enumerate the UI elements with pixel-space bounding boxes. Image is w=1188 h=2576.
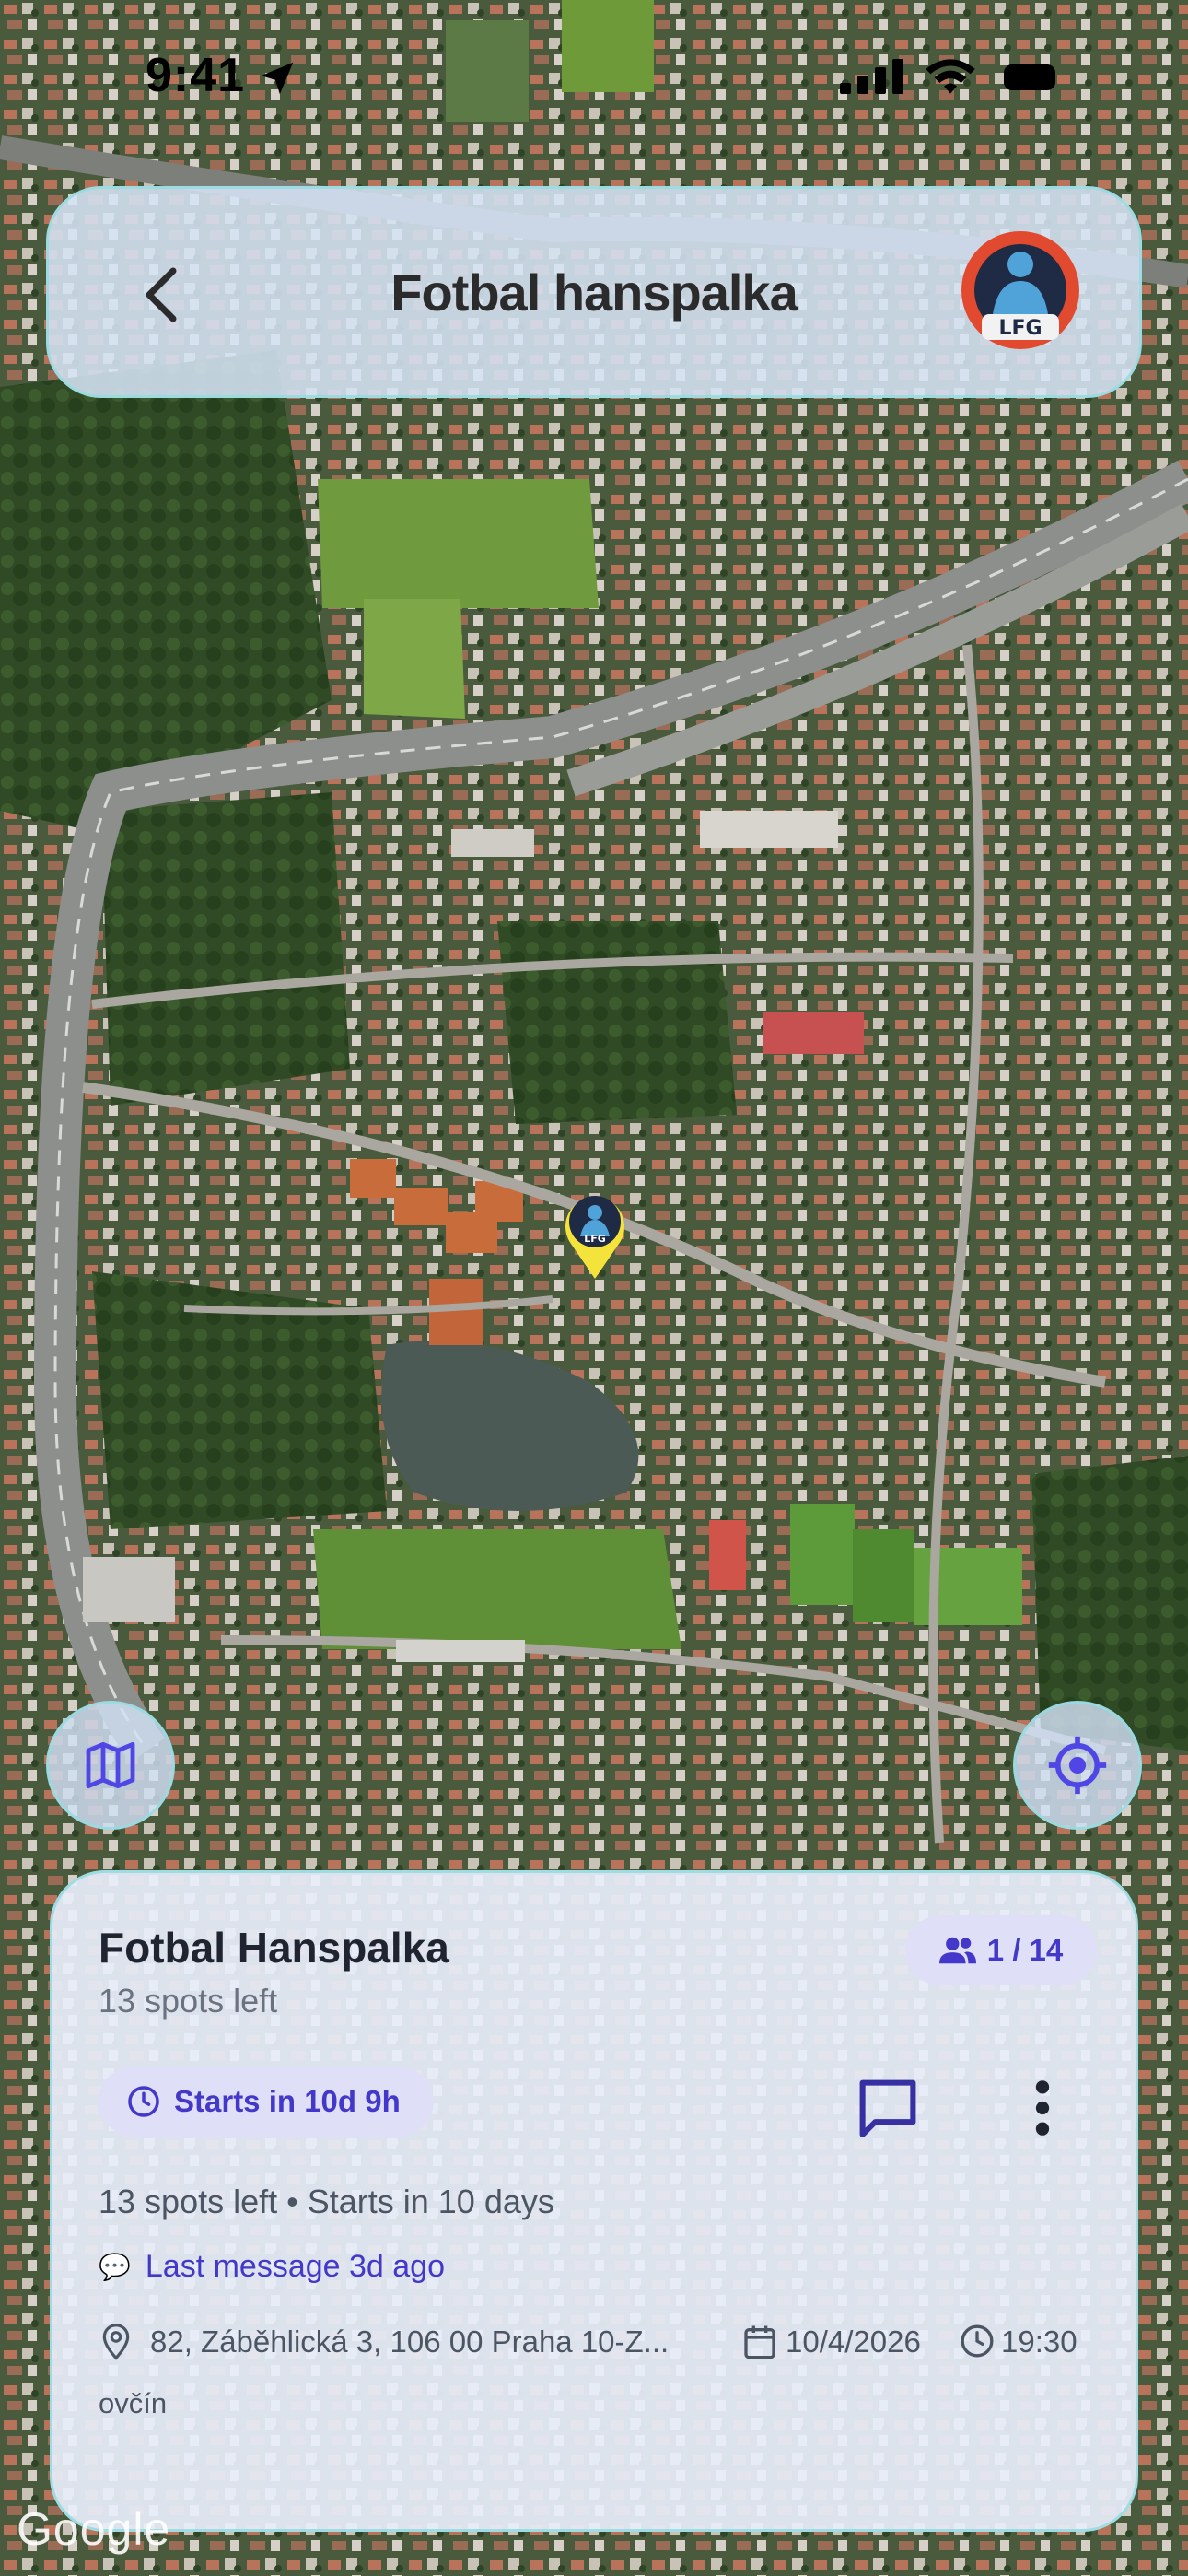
capacity-text: 1 / 14 bbox=[986, 1933, 1064, 1967]
event-details-row: 82, Záběhlická 3, 106 00 Praha 10-Z... 1… bbox=[99, 2315, 1112, 2371]
clock-icon bbox=[128, 2086, 159, 2117]
map-marker-icon: LFG bbox=[565, 1196, 624, 1279]
group-logo: LFG bbox=[956, 226, 1085, 355]
more-options-button[interactable] bbox=[1010, 2067, 1075, 2149]
last-message-row[interactable]: 💬 Last message 3d ago bbox=[99, 2249, 445, 2285]
event-address-continued: ovčín bbox=[99, 2387, 168, 2419]
users-icon bbox=[938, 1937, 976, 1964]
cellular-signal-icon bbox=[840, 59, 903, 94]
more-vertical-icon bbox=[1035, 2080, 1050, 2136]
event-address: 82, Záběhlická 3, 106 00 Praha 10-Z... bbox=[150, 2324, 670, 2359]
event-title: Fotbal Hanspalka bbox=[99, 1924, 449, 1972]
starts-in-text: Starts in 10d 9h bbox=[174, 2084, 401, 2118]
lfg-logo-icon: LFG bbox=[961, 231, 1079, 349]
chat-bubble-icon bbox=[859, 2079, 916, 2137]
event-card[interactable]: Fotbal Hanspalka 13 spots left 1 / 14 St… bbox=[50, 1870, 1138, 2532]
header-card: Fotbal hanspalka LFG bbox=[46, 186, 1142, 398]
crosshair-icon bbox=[1048, 1736, 1107, 1795]
last-message-link[interactable]: Last message 3d ago bbox=[146, 2249, 445, 2285]
chat-button[interactable] bbox=[846, 2067, 929, 2149]
pin-label: LFG bbox=[584, 1233, 606, 1245]
logo-text: LFG bbox=[998, 317, 1042, 340]
starts-in-pill: Starts in 10d 9h bbox=[99, 2067, 434, 2137]
event-date: 10/4/2026 bbox=[786, 2324, 921, 2359]
event-summary: 13 spots left • Starts in 10 days bbox=[99, 2183, 554, 2220]
event-time: 19:30 bbox=[1001, 2324, 1077, 2359]
speech-bubble-icon: 💬 bbox=[99, 2253, 131, 2281]
event-spots-left: 13 spots left bbox=[99, 1982, 278, 2020]
calendar-icon bbox=[744, 2325, 775, 2359]
status-bar: 9:41 bbox=[0, 0, 1188, 157]
map-attribution: Google bbox=[17, 2503, 171, 2555]
map-pin-icon bbox=[102, 2324, 130, 2360]
status-time: 9:41 bbox=[146, 49, 246, 102]
clock-icon bbox=[961, 2324, 994, 2358]
locate-me-button[interactable] bbox=[1013, 1701, 1142, 1830]
map-icon bbox=[86, 1741, 135, 1789]
capacity-badge: 1 / 14 bbox=[905, 1915, 1097, 1985]
wifi-icon bbox=[926, 59, 975, 94]
event-map-pin[interactable]: LFG bbox=[562, 1188, 628, 1281]
map-style-button[interactable] bbox=[46, 1701, 175, 1830]
battery-icon bbox=[1004, 64, 1055, 90]
location-arrow-icon bbox=[261, 62, 294, 95]
